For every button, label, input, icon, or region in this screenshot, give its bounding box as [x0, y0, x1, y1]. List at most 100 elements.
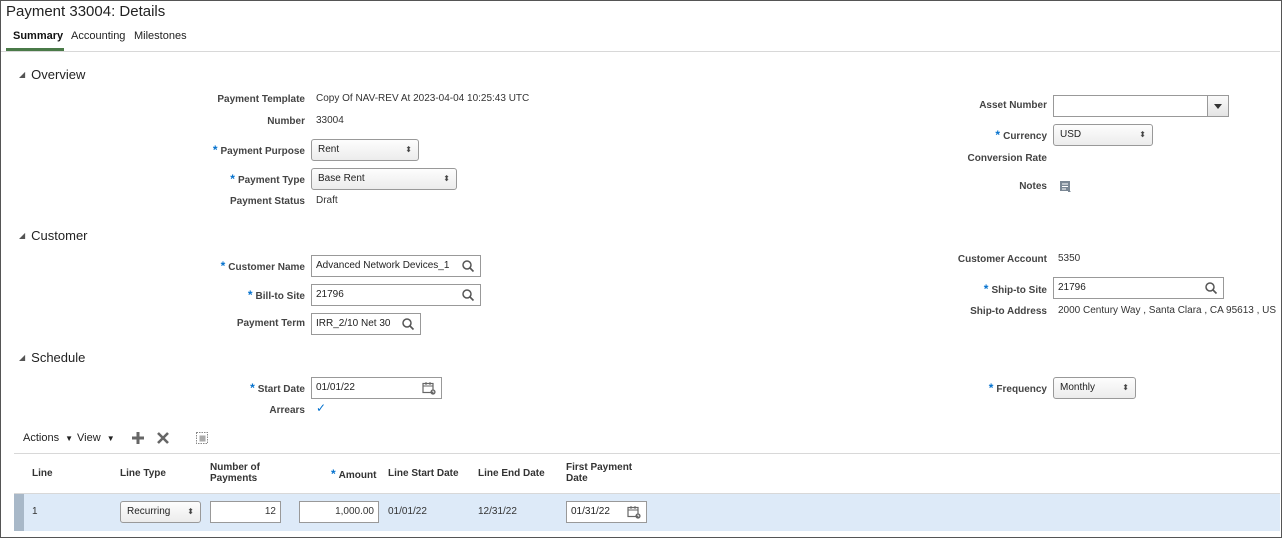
tab-milestones[interactable]: Milestones [134, 30, 187, 42]
cell-first-payment-date-input[interactable]: 01/31/22 [566, 501, 647, 523]
asset-number-input[interactable] [1053, 95, 1208, 117]
add-row-icon[interactable] [131, 431, 145, 448]
col-header-line-start-date[interactable]: Line Start Date [388, 468, 459, 479]
cell-line-end-date: 12/31/22 [478, 506, 517, 517]
payment-status-label: Payment Status [229, 196, 305, 207]
asset-number-label: Asset Number [979, 100, 1047, 111]
currency-selected: USD [1060, 129, 1082, 140]
customer-section-header[interactable]: ◢ Customer [19, 228, 88, 243]
detach-table-icon[interactable] [195, 431, 209, 448]
customer-name-label-text: Customer Name [228, 262, 305, 273]
customer-heading: Customer [31, 228, 88, 243]
delete-row-icon[interactable] [156, 431, 170, 448]
page-frame [0, 0, 1282, 538]
cell-first-payment-date-value: 01/31/22 [571, 506, 610, 517]
collapse-triangle-icon: ◢ [19, 231, 26, 240]
search-icon[interactable] [401, 317, 415, 331]
calendar-icon[interactable] [627, 505, 641, 519]
select-arrows-icon: ⬍ [1122, 383, 1129, 392]
col-header-amount[interactable]: * Amount [331, 467, 376, 481]
currency-select[interactable]: USD ⬍ [1053, 124, 1153, 146]
col-header-number-of-payments-line1: Number of [210, 462, 260, 473]
arrears-checkbox[interactable]: ✓ [316, 401, 326, 415]
col-header-number-of-payments[interactable]: Number of Payments [210, 462, 260, 484]
payment-type-select[interactable]: Base Rent ⬍ [311, 168, 457, 190]
tab-summary[interactable]: Summary [13, 30, 63, 42]
number-value: 33004 [316, 115, 344, 126]
schedule-heading: Schedule [31, 350, 86, 365]
cell-line-type-select[interactable]: Recurring ⬍ [120, 501, 201, 523]
actions-menu-label: Actions [23, 432, 60, 444]
customer-account-label: Customer Account [957, 254, 1047, 265]
ship-to-site-input[interactable]: 21796 [1053, 277, 1224, 299]
required-indicator: * [212, 143, 218, 157]
collapse-triangle-icon: ◢ [19, 353, 26, 362]
calendar-icon[interactable] [422, 381, 436, 395]
page-title: Payment 33004: Details [6, 3, 166, 20]
frequency-label-text: Frequency [996, 384, 1047, 395]
customer-name-label: * Customer Name [221, 259, 305, 273]
select-arrows-icon: ⬍ [1139, 130, 1146, 139]
col-header-first-payment-line1: First Payment [566, 462, 633, 473]
start-date-label-text: Start Date [257, 384, 305, 395]
search-icon[interactable] [461, 259, 475, 273]
bill-to-site-value: 21796 [316, 289, 344, 300]
bill-to-site-input[interactable]: 21796 [311, 284, 481, 306]
currency-label-text: Currency [1003, 131, 1047, 142]
required-indicator: * [230, 172, 235, 186]
arrears-label: Arrears [269, 405, 305, 416]
payment-type-label-text: Payment Type [237, 175, 305, 186]
payment-purpose-select[interactable]: Rent ⬍ [311, 139, 419, 161]
col-header-line-end-date[interactable]: Line End Date [478, 468, 545, 479]
col-header-first-payment-line2: Date [566, 473, 588, 484]
required-indicator: * [995, 128, 1001, 142]
overview-heading: Overview [31, 67, 86, 82]
bill-to-site-label: * Bill-to Site [248, 288, 305, 302]
frequency-selected: Monthly [1060, 382, 1096, 393]
ship-to-address-value: 2000 Century Way , Santa Clara , CA 9561… [1058, 305, 1277, 316]
payment-term-label: Payment Term [236, 318, 305, 329]
col-header-line-type[interactable]: Line Type [120, 468, 166, 479]
search-icon[interactable] [1204, 281, 1218, 295]
col-header-first-payment-date[interactable]: First Payment Date [566, 462, 632, 484]
col-header-line[interactable]: Line [32, 468, 53, 479]
payment-status-value: Draft [316, 195, 338, 206]
cell-line-start-date: 01/01/22 [388, 506, 427, 517]
payment-term-input[interactable]: IRR_2/10 Net 30 [311, 313, 421, 335]
cell-line: 1 [32, 506, 38, 517]
start-date-label: * Start Date [250, 381, 305, 395]
col-header-amount-text: Amount [338, 470, 377, 481]
payment-purpose-label-text: Payment Purpose [220, 146, 305, 157]
search-icon[interactable] [461, 288, 475, 302]
asset-number-dropdown-button[interactable] [1207, 95, 1229, 117]
tabs-divider [1, 51, 1280, 52]
frequency-label: * Frequency [989, 381, 1047, 395]
frequency-select[interactable]: Monthly ⬍ [1053, 377, 1136, 399]
start-date-input[interactable]: 01/01/22 [311, 377, 442, 399]
overview-section-header[interactable]: ◢ Overview [19, 67, 85, 82]
customer-account-value: 5350 [1058, 253, 1081, 264]
ship-to-address-label: Ship-to Address [970, 306, 1047, 317]
schedule-section-header[interactable]: ◢ Schedule [19, 350, 85, 365]
view-menu[interactable]: View ▼ [77, 432, 115, 444]
actions-menu[interactable]: Actions ▼ [23, 432, 73, 444]
payment-purpose-selected: Rent [318, 144, 340, 155]
cell-number-of-payments-input[interactable]: 12 [210, 501, 281, 523]
payment-type-label: * Payment Type [230, 172, 305, 186]
number-label: Number [267, 116, 305, 127]
select-arrows-icon: ⬍ [443, 174, 450, 183]
cell-amount-input[interactable]: 1,000.00 [299, 501, 379, 523]
select-arrows-icon: ⬍ [405, 145, 412, 154]
col-header-number-of-payments-line2: Payments [210, 473, 258, 484]
payment-term-value: IRR_2/10 Net 30 [316, 318, 391, 329]
required-indicator: * [220, 259, 226, 273]
tab-accounting[interactable]: Accounting [71, 30, 125, 42]
notes-icon[interactable] [1059, 180, 1072, 196]
dropdown-arrow-icon [1214, 104, 1222, 109]
customer-name-input[interactable]: Advanced Network Devices_1 [311, 255, 481, 277]
ship-to-site-value: 21796 [1058, 282, 1086, 293]
row-selection-marker [14, 494, 24, 531]
menu-arrow-icon: ▼ [65, 434, 74, 443]
table-row[interactable] [14, 494, 1280, 531]
ship-to-site-label-text: Ship-to Site [991, 285, 1047, 296]
